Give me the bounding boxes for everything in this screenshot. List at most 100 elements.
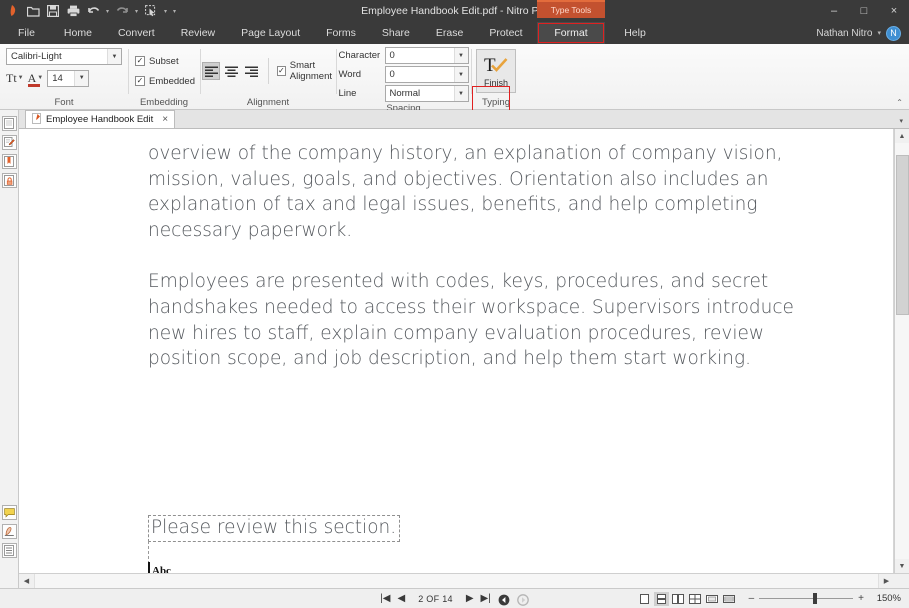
- undo-icon[interactable]: [84, 2, 102, 20]
- horizontal-scroll-track[interactable]: [34, 574, 879, 588]
- undo-dropdown-caret[interactable]: ▾: [104, 8, 111, 15]
- chevron-down-icon[interactable]: ▼: [18, 75, 24, 81]
- comments-icon[interactable]: [1, 505, 17, 520]
- last-page-button[interactable]: ▶|: [481, 593, 491, 604]
- select-tool-icon[interactable]: [142, 2, 160, 20]
- font-size-combo[interactable]: 14 ▼: [47, 69, 90, 87]
- chevron-down-icon[interactable]: ▼: [453, 86, 468, 101]
- zoom-slider[interactable]: [759, 593, 854, 604]
- tab-file[interactable]: File: [0, 22, 51, 44]
- vertical-scrollbar[interactable]: ▲ ▼: [894, 129, 909, 573]
- chevron-down-icon[interactable]: ▼: [37, 75, 43, 81]
- chevron-down-icon[interactable]: ▼: [107, 49, 121, 64]
- app-logo-icon[interactable]: [4, 2, 22, 20]
- tab-forms[interactable]: Forms: [313, 22, 369, 44]
- maximize-button[interactable]: □: [849, 0, 879, 22]
- page-content: overview of the company history, an expl…: [148, 141, 808, 398]
- document-tab[interactable]: Employee Handbook Edit ×: [25, 110, 176, 128]
- tab-protect[interactable]: Protect: [476, 22, 535, 44]
- view-mode-facing[interactable]: [671, 592, 686, 606]
- tab-help[interactable]: Help: [611, 22, 659, 44]
- paragraph: overview of the company history, an expl…: [148, 143, 783, 242]
- tab-home[interactable]: Home: [51, 22, 105, 44]
- rotate-right-button[interactable]: [516, 593, 529, 606]
- security-panel-icon[interactable]: [1, 173, 17, 188]
- pdf-canvas[interactable]: overview of the company history, an expl…: [19, 129, 894, 573]
- smart-alignment-checkbox[interactable]: ✓ Smart Alignment: [277, 60, 334, 82]
- save-icon[interactable]: [44, 2, 62, 20]
- tab-erase[interactable]: Erase: [423, 22, 476, 44]
- layers-icon[interactable]: [1, 543, 17, 558]
- close-button[interactable]: ×: [879, 0, 909, 22]
- signature-icon[interactable]: [1, 524, 17, 539]
- document-tab-bar: Employee Handbook Edit × ▾: [19, 110, 909, 129]
- sidebar-bottom-group: [1, 505, 17, 588]
- align-left-button[interactable]: [202, 62, 221, 80]
- chevron-down-icon[interactable]: ▼: [453, 48, 468, 63]
- minimize-button[interactable]: –: [819, 0, 849, 22]
- chevron-down-icon[interactable]: ▼: [453, 67, 468, 82]
- font-color-button[interactable]: A ▼: [27, 69, 43, 87]
- line-spacing-label: Line: [338, 88, 357, 99]
- tab-share[interactable]: Share: [369, 22, 423, 44]
- subset-checkbox[interactable]: ✓ Subset: [135, 56, 179, 67]
- pages-panel-icon[interactable]: [1, 116, 17, 131]
- view-mode-facing-continuous[interactable]: [688, 592, 703, 606]
- tab-review[interactable]: Review: [168, 22, 228, 44]
- navigation-sidebar: [0, 110, 19, 588]
- align-right-button[interactable]: [242, 62, 260, 80]
- collapse-ribbon-button[interactable]: ⌃: [896, 98, 903, 107]
- vertical-scroll-track[interactable]: [894, 143, 909, 559]
- select-dropdown-caret[interactable]: ▾: [162, 8, 169, 15]
- user-account-area[interactable]: Nathan Nitro ▾ N: [816, 22, 909, 44]
- view-mode-fit-width[interactable]: [722, 592, 737, 606]
- workspace: Employee Handbook Edit × ▾ overview of t…: [0, 110, 909, 588]
- view-mode-single-page[interactable]: [637, 592, 652, 606]
- finish-button[interactable]: T Finish: [476, 49, 516, 93]
- tab-page-layout[interactable]: Page Layout: [228, 22, 313, 44]
- ribbon-group-spacing: Character 0 ▼ Word 0 ▼ Line Normal ▼ Spa…: [336, 44, 471, 114]
- quick-access-toolbar: ▾ ▾ ▾ ▾: [0, 2, 178, 20]
- scroll-down-icon[interactable]: ▼: [894, 559, 909, 573]
- bookmarks-panel-icon[interactable]: [1, 154, 17, 169]
- checkbox-check-icon: ✓: [135, 76, 146, 86]
- contextual-tab-group-label: Type Tools: [537, 0, 605, 18]
- chevron-down-icon[interactable]: ▾: [899, 117, 903, 125]
- scroll-right-icon[interactable]: ▶: [879, 574, 894, 588]
- horizontal-scrollbar[interactable]: ◀ ▶: [19, 573, 909, 588]
- next-page-button[interactable]: ▶: [466, 593, 474, 604]
- scroll-up-icon[interactable]: ▲: [894, 129, 909, 143]
- view-mode-continuous[interactable]: [653, 591, 669, 606]
- view-mode-fit-page[interactable]: [705, 592, 720, 606]
- qat-more-caret[interactable]: ▾: [171, 8, 178, 15]
- ribbon-group-font-title: Font: [54, 97, 74, 108]
- zoom-slider-thumb[interactable]: [813, 593, 818, 604]
- redo-icon[interactable]: [113, 2, 131, 20]
- zoom-out-button[interactable]: –: [749, 593, 755, 604]
- zoom-in-button[interactable]: +: [858, 593, 864, 604]
- text-edit-box[interactable]: Please review this section.: [148, 515, 401, 542]
- print-icon[interactable]: [64, 2, 82, 20]
- font-name-combo[interactable]: Calibri-Light ▼: [6, 48, 122, 65]
- previous-page-button[interactable]: ◀: [397, 593, 405, 604]
- user-dropdown-caret[interactable]: ▾: [877, 29, 881, 37]
- tab-format[interactable]: Format: [537, 22, 605, 44]
- close-icon[interactable]: ×: [162, 114, 168, 125]
- chevron-down-icon[interactable]: ▼: [74, 70, 89, 86]
- embedded-checkbox[interactable]: ✓ Embedded: [135, 76, 195, 87]
- avatar[interactable]: N: [886, 25, 901, 41]
- redo-dropdown-caret[interactable]: ▾: [133, 8, 140, 15]
- review-panel-icon[interactable]: [1, 135, 17, 150]
- text-case-button[interactable]: Tt ▼: [6, 69, 24, 87]
- line-spacing-combo[interactable]: Normal ▼: [384, 85, 469, 102]
- typing-cursor-box[interactable]: Abc: [148, 561, 171, 573]
- vertical-scroll-thumb[interactable]: [895, 155, 909, 315]
- scroll-left-icon[interactable]: ◀: [19, 574, 34, 588]
- align-center-button[interactable]: [222, 62, 240, 80]
- word-spacing-combo[interactable]: 0 ▼: [384, 66, 469, 83]
- first-page-button[interactable]: |◀: [380, 593, 390, 604]
- rotate-left-button[interactable]: [498, 593, 510, 605]
- open-icon[interactable]: [24, 2, 42, 20]
- character-spacing-combo[interactable]: 0 ▼: [384, 47, 469, 64]
- tab-convert[interactable]: Convert: [105, 22, 168, 44]
